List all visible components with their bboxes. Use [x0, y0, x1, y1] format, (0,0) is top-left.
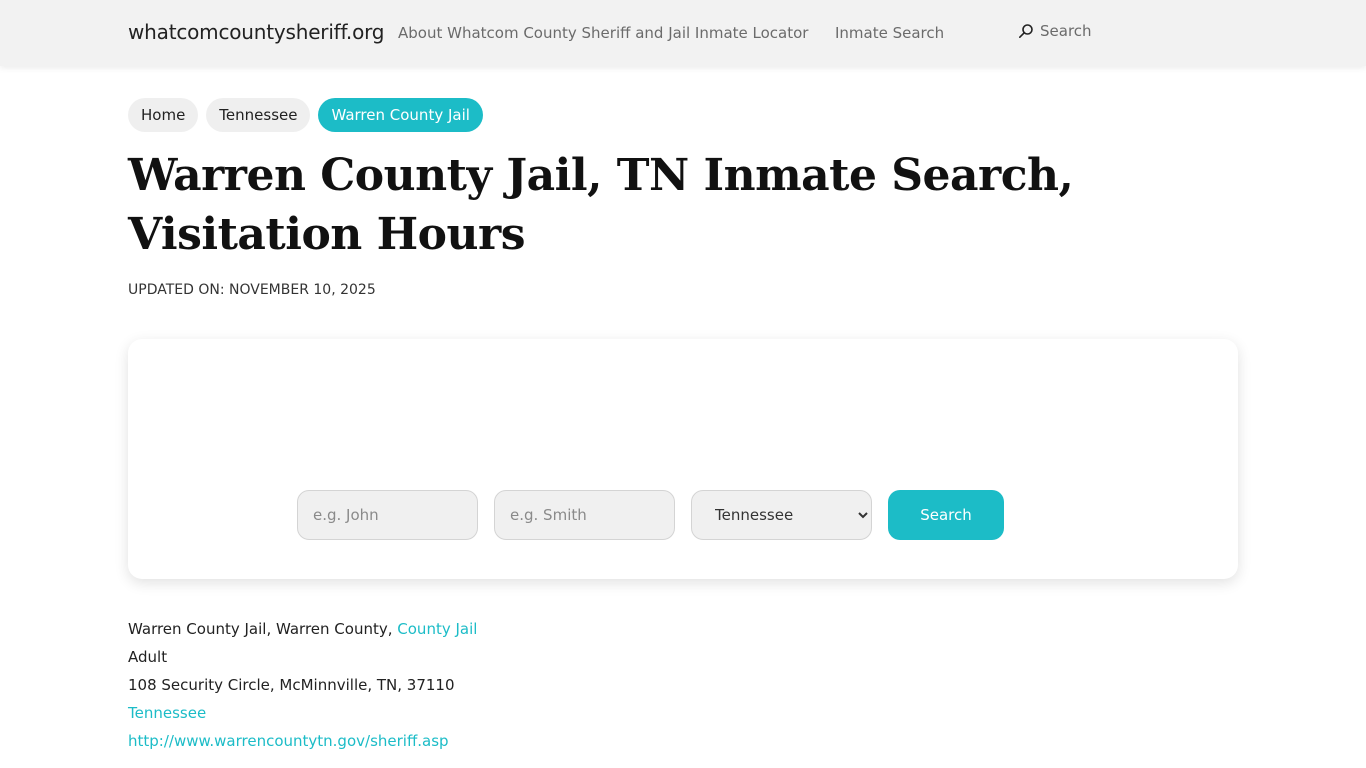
updated-date: UPDATED ON: NOVEMBER 10, 2025 [128, 282, 376, 298]
facility-website-link[interactable]: http://www.warrencountytn.gov/sheriff.as… [128, 732, 449, 750]
facility-info: Warren County Jail, Warren County, Count… [128, 616, 477, 756]
site-brand-link[interactable]: whatcomcountysheriff.org [128, 20, 384, 44]
top-navigation-bar: whatcomcountysheriff.org About Whatcom C… [0, 0, 1366, 66]
search-icon [1018, 24, 1033, 38]
nav-search-label: Search [1040, 22, 1092, 40]
breadcrumb-tennessee[interactable]: Tennessee [206, 98, 311, 132]
nav-search-button[interactable]: Search [1018, 22, 1092, 40]
facility-name-line: Warren County Jail, Warren County, Count… [128, 616, 477, 644]
facility-type-link[interactable]: County Jail [397, 620, 477, 638]
nav-link-about[interactable]: About Whatcom County Sheriff and Jail In… [398, 24, 808, 42]
search-button[interactable]: Search [888, 490, 1004, 540]
breadcrumb-home[interactable]: Home [128, 98, 199, 132]
last-name-input[interactable] [494, 490, 675, 540]
nav-link-inmate-search[interactable]: Inmate Search [835, 24, 944, 42]
breadcrumb-current[interactable]: Warren County Jail [318, 98, 483, 132]
page-title: Warren County Jail, TN Inmate Search, Vi… [128, 150, 1074, 260]
facility-address: 108 Security Circle, McMinnville, TN, 37… [128, 676, 455, 694]
facility-name: Warren County Jail, Warren County, [128, 620, 393, 638]
state-select[interactable]: Tennessee [691, 490, 872, 540]
breadcrumb: Home Tennessee Warren County Jail [128, 98, 483, 132]
first-name-input[interactable] [297, 490, 478, 540]
search-card: Tennessee Search [128, 339, 1238, 579]
facility-category: Adult [128, 648, 168, 666]
facility-state-link[interactable]: Tennessee [128, 704, 206, 722]
